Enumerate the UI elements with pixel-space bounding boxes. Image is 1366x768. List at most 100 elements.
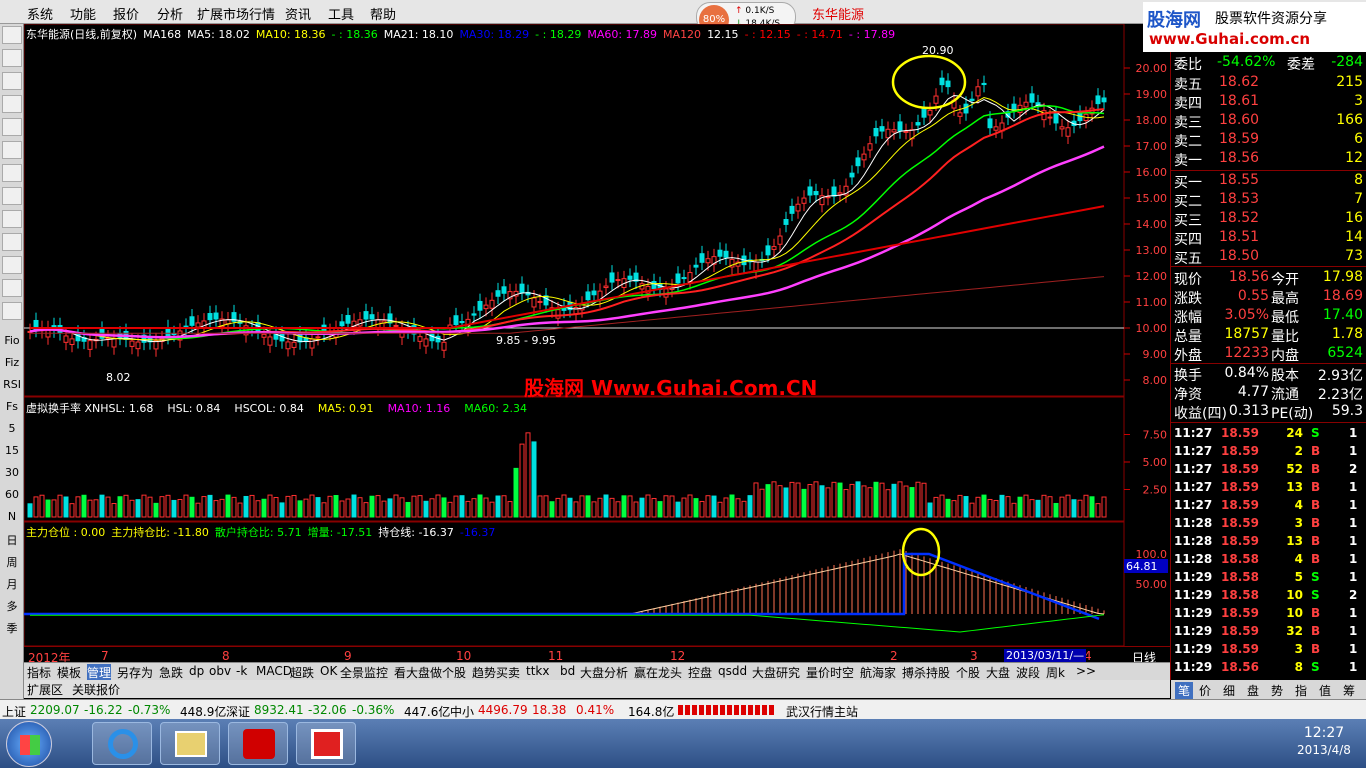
quote-tab[interactable]: 价 xyxy=(1199,682,1211,699)
period-button[interactable]: 多 xyxy=(2,598,22,614)
menu-item[interactable]: 分析 xyxy=(157,4,183,23)
indicator-tab[interactable]: 周k xyxy=(1046,664,1065,681)
toolbar-icon[interactable] xyxy=(2,141,22,159)
menu-item[interactable]: 扩展市场行情 xyxy=(197,4,275,23)
toolbar-icon[interactable] xyxy=(2,72,22,90)
candle xyxy=(483,304,489,310)
period-button[interactable]: Fiz xyxy=(2,356,22,369)
ie-taskbar-button[interactable] xyxy=(92,722,152,765)
indicator-tab[interactable]: dp xyxy=(189,664,204,678)
menu-item[interactable]: 工具 xyxy=(328,4,354,23)
period-button[interactable]: Fs xyxy=(2,400,22,413)
indicator-tab[interactable]: 控盘 xyxy=(688,664,712,681)
indicator-tab[interactable]: 搏杀持股 xyxy=(902,664,950,681)
volume-bar xyxy=(171,499,177,518)
period-button[interactable]: Fio xyxy=(2,334,22,347)
quote-tab[interactable]: 筹 xyxy=(1343,682,1355,699)
bid-volume: 73 xyxy=(1345,248,1363,264)
toolbar-icon[interactable] xyxy=(2,164,22,182)
toolbar-icon[interactable] xyxy=(2,118,22,136)
app-taskbar-button-2[interactable] xyxy=(296,722,356,765)
toolbar-icon[interactable] xyxy=(2,49,22,67)
ask-price: 18.60 xyxy=(1219,112,1260,128)
toolbar-icon[interactable] xyxy=(2,187,22,205)
toolbar-icon[interactable] xyxy=(2,95,22,113)
tick-row: 11:27 18.59 13 B 1 xyxy=(1171,478,1366,496)
period-button[interactable]: 60 xyxy=(2,488,22,501)
indicator-tab[interactable]: qsdd xyxy=(718,664,747,678)
indicator-tab[interactable]: 大盘 xyxy=(986,664,1010,681)
indicator-tab[interactable]: 看大盘做个股 xyxy=(394,664,466,681)
indicator-tab[interactable]: 赢在龙头 xyxy=(634,664,682,681)
tick-time: 11:29 xyxy=(1174,588,1213,602)
quote-tab[interactable]: 值 xyxy=(1319,682,1331,699)
sub-tab[interactable]: 关联报价 xyxy=(72,681,120,698)
quote-tab[interactable]: 细 xyxy=(1223,682,1235,699)
menu-item[interactable]: 功能 xyxy=(70,4,96,23)
volume-bar xyxy=(957,494,963,518)
period-button[interactable]: 5 xyxy=(2,422,22,435)
clock[interactable]: 12:27 2013/4/8 xyxy=(1288,725,1360,757)
quote-tab[interactable]: 势 xyxy=(1271,682,1283,699)
toolbar-icon[interactable] xyxy=(2,26,22,44)
period-button[interactable]: 月 xyxy=(2,576,22,592)
indicator-tab[interactable]: >> xyxy=(1076,664,1096,678)
indicator-tab[interactable]: OK xyxy=(320,664,337,678)
indicator-tab[interactable]: 全景监控 xyxy=(340,664,388,681)
indicator-tab[interactable]: 量价时空 xyxy=(806,664,854,681)
sub-tab[interactable]: 扩展区 xyxy=(27,681,63,698)
toolbar-icon[interactable] xyxy=(2,279,22,297)
period-button[interactable]: 周 xyxy=(2,554,22,570)
indicator-tab[interactable]: 管理 xyxy=(87,664,112,681)
quote-tab[interactable]: 指 xyxy=(1295,682,1307,699)
period-button[interactable]: N xyxy=(2,510,22,523)
indicator-tab[interactable]: 趋势买卖 xyxy=(472,664,520,681)
price-axis-label: 19.00 xyxy=(1136,88,1168,101)
stat-label: 外盘 xyxy=(1174,348,1202,364)
indicator-tab[interactable]: 模板 xyxy=(57,664,81,681)
indicator-tab[interactable]: 急跌 xyxy=(159,664,183,681)
indicator-tab[interactable]: 个股 xyxy=(956,664,980,681)
toolbar-icon[interactable] xyxy=(2,256,22,274)
volume-bar xyxy=(183,494,189,518)
indicator-tab[interactable]: ttkx xyxy=(526,664,549,678)
stat-label: 最高 xyxy=(1271,291,1299,307)
volume-bar xyxy=(621,495,627,518)
candle xyxy=(363,311,369,320)
menu-item[interactable]: 报价 xyxy=(113,4,139,23)
legend-item: MA10: 18.36 xyxy=(255,28,326,41)
indicator-tab[interactable]: bd xyxy=(560,664,575,678)
bid-level-label: 买二 xyxy=(1174,194,1202,210)
explorer-taskbar-button[interactable] xyxy=(160,722,220,765)
period-button[interactable]: 15 xyxy=(2,444,22,457)
indicator-tab[interactable]: 大盘分析 xyxy=(580,664,628,681)
app-taskbar-button-1[interactable] xyxy=(228,722,288,765)
period-button[interactable]: RSI xyxy=(2,378,22,391)
indicator-tab[interactable]: 超跌 xyxy=(290,664,314,681)
menu-item[interactable]: 资讯 xyxy=(285,4,311,23)
kline-chart[interactable]: 20.00 19.00 18.00 17.00 16.00 15.00 14.00 13.00… xyxy=(23,23,1170,665)
candle xyxy=(1047,116,1053,119)
quote-tab[interactable]: 盘 xyxy=(1247,682,1259,699)
indicator-tab[interactable]: MACD xyxy=(256,664,292,678)
toolbar-icon[interactable] xyxy=(2,233,22,251)
indicator-tab[interactable]: 大盘研究 xyxy=(752,664,800,681)
start-button[interactable] xyxy=(6,721,52,767)
toolbar-icon[interactable] xyxy=(2,210,22,228)
indicator-tab[interactable]: -k xyxy=(236,664,247,678)
indicator-tab[interactable]: obv xyxy=(209,664,231,678)
indicator-tab[interactable]: 另存为 xyxy=(117,664,153,681)
indicator-tab[interactable]: 波段 xyxy=(1016,664,1040,681)
toolbar-icon[interactable] xyxy=(2,302,22,320)
period-button[interactable]: 日 xyxy=(2,532,22,548)
bid-level-label: 买五 xyxy=(1174,251,1202,267)
legend-item: HSL: 0.84 xyxy=(167,402,221,415)
menu-item[interactable]: 系统 xyxy=(27,4,53,23)
period-button[interactable]: 30 xyxy=(2,466,22,479)
quote-tab[interactable]: 笔 xyxy=(1175,682,1194,699)
menu-item[interactable]: 帮助 xyxy=(370,4,396,23)
price-panel-frame xyxy=(23,23,1125,397)
indicator-tab[interactable]: 指标 xyxy=(27,664,51,681)
indicator-tab[interactable]: 航海家 xyxy=(860,664,896,681)
period-button[interactable]: 季 xyxy=(2,620,22,636)
